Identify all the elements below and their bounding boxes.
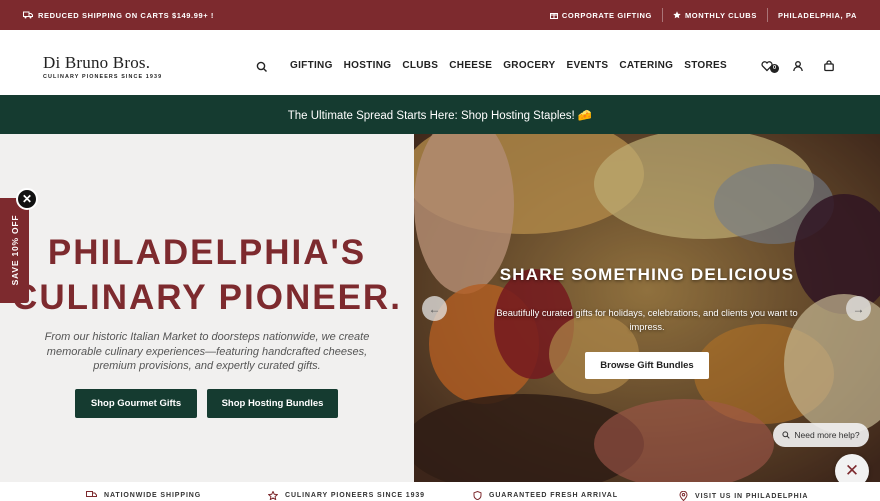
- shipping-notice-text: REDUCED SHIPPING ON CARTS $149.99+ !: [38, 10, 215, 20]
- shop-hosting-bundles-button[interactable]: Shop Hosting Bundles: [207, 389, 338, 418]
- shield-icon: [473, 491, 482, 500]
- main-nav: GIFTING HOSTING CLUBS CHEESE GROCERY EVE…: [290, 60, 727, 71]
- search-button[interactable]: [256, 60, 270, 74]
- feature-visit-label: VISIT US IN PHILADELPHIA: [695, 492, 809, 500]
- nav-gifting[interactable]: GIFTING: [290, 60, 333, 71]
- browse-gift-bundles-button[interactable]: Browse Gift Bundles: [585, 352, 709, 379]
- nav-cheese[interactable]: CHEESE: [449, 60, 492, 71]
- carousel-next-button[interactable]: →: [846, 296, 871, 321]
- hero-title-line2: CULINARY PIONEER.: [12, 278, 402, 317]
- feature-pioneers: CULINARY PIONEERS SINCE 1939: [268, 491, 425, 500]
- user-icon: [793, 61, 803, 72]
- wishlist-button[interactable]: 0: [761, 59, 779, 73]
- corporate-gifting-link[interactable]: CORPORATE GIFTING: [540, 8, 662, 22]
- monthly-clubs-label: MONTHLY CLUBS: [684, 10, 757, 20]
- hero-intro: PHILADELPHIA'S CULINARY PIONEER. From ou…: [0, 134, 414, 482]
- promo-text: The Ultimate Spread Starts Here: Shop Ho…: [287, 109, 593, 122]
- site-header: Di Bruno Bros. CULINARY PIONEERS SINCE 1…: [0, 30, 880, 95]
- shipping-notice[interactable]: REDUCED SHIPPING ON CARTS $149.99+ !: [23, 0, 214, 30]
- need-help-label: Need more help?: [794, 430, 860, 440]
- hero-title: PHILADELPHIA'S CULINARY PIONEER.: [0, 230, 414, 320]
- star-icon: [673, 11, 681, 19]
- truck-icon: [86, 491, 97, 497]
- location-link[interactable]: PHILADELPHIA, PA: [766, 8, 857, 22]
- gift-icon: [549, 13, 558, 19]
- monthly-clubs-link[interactable]: MONTHLY CLUBS: [661, 8, 767, 22]
- feature-fresh-label: GUARANTEED FRESH ARRIVAL: [489, 492, 618, 499]
- search-icon: [782, 431, 791, 439]
- save-offer-tab[interactable]: SAVE 10% OFF: [0, 198, 29, 303]
- account-button[interactable]: [792, 59, 806, 73]
- save-offer-label: SAVE 10% OFF: [10, 214, 20, 286]
- nav-clubs[interactable]: CLUBS: [402, 60, 438, 71]
- nav-hosting[interactable]: HOSTING: [344, 60, 392, 71]
- feature-strip: NATIONWIDE SHIPPING CULINARY PIONEERS SI…: [0, 482, 880, 501]
- feature-fresh: GUARANTEED FRESH ARRIVAL: [473, 491, 618, 500]
- carousel-prev-button[interactable]: ←: [422, 296, 447, 321]
- save-offer-close-button[interactable]: ✕: [16, 188, 38, 210]
- nav-grocery[interactable]: GROCERY: [503, 60, 555, 71]
- slide-title: SHARE SOMETHING DELICIOUS: [499, 265, 795, 284]
- feature-pioneers-label: CULINARY PIONEERS SINCE 1939: [285, 492, 425, 499]
- utility-bar: REDUCED SHIPPING ON CARTS $149.99+ ! COR…: [0, 0, 880, 30]
- bag-icon: [824, 60, 834, 72]
- close-icon: ✕: [21, 192, 33, 206]
- cart-button[interactable]: [823, 59, 837, 73]
- nav-catering[interactable]: CATERING: [619, 60, 673, 71]
- star-icon: [268, 491, 278, 500]
- hero-subtitle: From our historic Italian Market to door…: [44, 331, 370, 372]
- brand-logo[interactable]: Di Bruno Bros. CULINARY PIONEERS SINCE 1…: [43, 53, 162, 80]
- arrow-right-icon: →: [852, 301, 865, 316]
- feature-shipping-label: NATIONWIDE SHIPPING: [104, 491, 202, 499]
- search-icon: [256, 61, 267, 72]
- brand-tagline: CULINARY PIONEERS SINCE 1939: [43, 74, 163, 80]
- feature-shipping: NATIONWIDE SHIPPING: [86, 491, 201, 499]
- arrow-left-icon: ←: [428, 301, 441, 316]
- promo-banner[interactable]: The Ultimate Spread Starts Here: Shop Ho…: [0, 95, 880, 134]
- wishlist-count-badge: 0: [770, 64, 779, 73]
- close-icon: ✕: [844, 461, 860, 480]
- truck-icon: [23, 11, 33, 19]
- nav-stores[interactable]: STORES: [684, 60, 727, 71]
- corporate-gifting-label: CORPORATE GIFTING: [561, 10, 652, 20]
- shop-gourmet-gifts-button[interactable]: Shop Gourmet Gifts: [75, 389, 197, 418]
- nav-events[interactable]: EVENTS: [567, 60, 609, 71]
- slide-subtitle: Beautifully curated gifts for holidays, …: [496, 308, 798, 332]
- need-help-button[interactable]: Need more help?: [773, 423, 869, 447]
- hero-carousel: SHARE SOMETHING DELICIOUS Beautifully cu…: [414, 134, 880, 482]
- hero-title-line1: PHILADELPHIA'S: [47, 233, 367, 272]
- brand-name: Di Bruno Bros.: [43, 53, 151, 72]
- location-label: PHILADELPHIA, PA: [777, 10, 857, 20]
